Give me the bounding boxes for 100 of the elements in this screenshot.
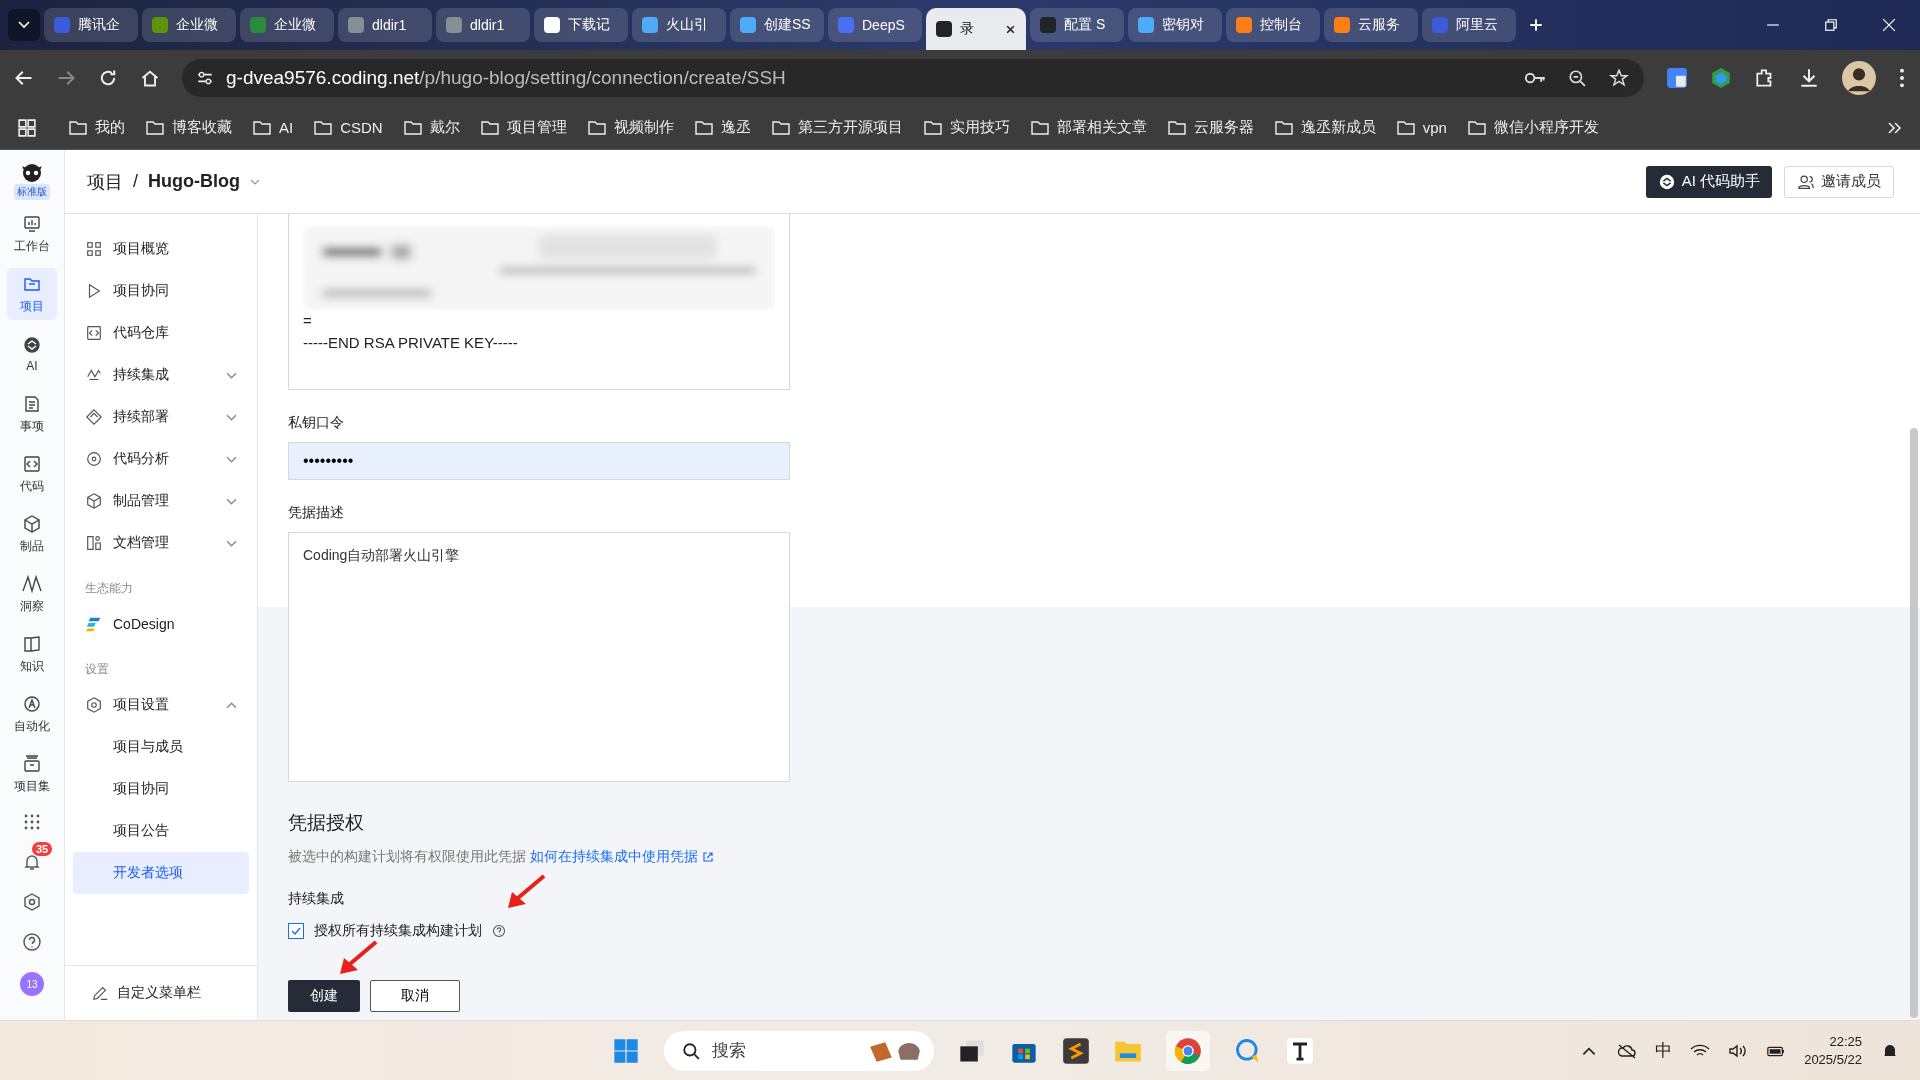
browser-tab[interactable]: 配置 S [1030, 8, 1124, 42]
sidebar-item[interactable]: 代码分析 [73, 438, 249, 480]
rail-item[interactable]: AI [7, 328, 57, 380]
sidebar-item[interactable]: 代码仓库 [73, 312, 249, 354]
bookmark-folder[interactable]: 逸丞新成员 [1274, 118, 1376, 137]
sidebar-item[interactable]: 文档管理 [73, 522, 249, 564]
browser-tab[interactable]: 云服务 [1324, 8, 1418, 42]
taskbar-search-field[interactable]: 搜索 [664, 1030, 934, 1071]
browser-tab[interactable]: 录 [926, 8, 1026, 50]
new-tab-icon[interactable] [1528, 17, 1544, 33]
browser-tab[interactable]: dldir1 [338, 8, 432, 42]
browser-tab[interactable]: 火山引 [632, 8, 726, 42]
sidebar-subitem[interactable]: 项目与成员 [73, 726, 249, 768]
reload-icon[interactable] [98, 68, 118, 88]
description-textarea[interactable]: Coding自动部署火山引擎 [288, 532, 790, 782]
sidebar-subitem[interactable]: 项目公告 [73, 810, 249, 852]
bookmark-folder[interactable]: AI [253, 119, 294, 136]
site-settings-icon[interactable] [196, 69, 214, 87]
breadcrumb-link[interactable]: Hugo-Blog [148, 171, 240, 192]
help-icon[interactable] [492, 924, 506, 938]
browser-tab[interactable]: 腾讯企 [44, 8, 138, 42]
home-icon[interactable] [140, 68, 160, 88]
browser-tab[interactable]: 企业微 [142, 8, 236, 42]
rail-item[interactable]: 自动化 [7, 688, 57, 740]
product-logo[interactable]: 标准版 [14, 160, 50, 200]
create-button[interactable]: 创建 [288, 980, 360, 1012]
zoom-icon[interactable] [1566, 69, 1588, 87]
bookmark-folder[interactable]: 我的 [69, 118, 125, 137]
tab-search-button[interactable] [8, 9, 40, 41]
translate-icon[interactable] [1666, 67, 1688, 89]
bookmark-folder[interactable]: 微信小程序开发 [1467, 118, 1599, 137]
address-field[interactable]: g-dvea9576.coding.net/p/hugo-blog/setting/connection/create/SSH [182, 59, 1644, 97]
bookmark-folder[interactable]: 第三方开源项目 [771, 118, 903, 137]
checkbox[interactable] [288, 923, 304, 939]
rail-item[interactable]: 项目 [7, 268, 57, 320]
sidebar-item[interactable]: CoDesign [73, 603, 249, 645]
sidebar-item[interactable]: 项目设置 [73, 684, 249, 726]
bookmark-folder[interactable]: 视频制作 [587, 118, 674, 137]
browser-tab[interactable]: 创建SS [730, 8, 824, 42]
sidebar-item[interactable]: 制品管理 [73, 480, 249, 522]
bookmark-folder[interactable]: vpn [1396, 119, 1447, 136]
folder-icon [1030, 120, 1049, 135]
sidebar-subitem[interactable]: 开发者选项 [73, 852, 249, 894]
caret-icon[interactable] [250, 178, 260, 185]
help-icon[interactable] [22, 932, 42, 952]
sidebar-item[interactable]: 持续集成 [73, 354, 249, 396]
ai-assistant-button[interactable]: AI 代码助手 [1645, 165, 1772, 198]
browser-tab[interactable]: 控制台 [1226, 8, 1320, 42]
rail-item[interactable]: 代码 [7, 448, 57, 500]
code-icon [85, 324, 103, 342]
restore-icon[interactable] [1824, 18, 1838, 32]
pencil-icon [91, 984, 109, 1002]
checkbox-label[interactable]: 授权所有持续集成构建计划 [314, 922, 482, 940]
settings-icon[interactable] [22, 892, 42, 912]
sidebar-item[interactable]: 持续部署 [73, 396, 249, 438]
private-key-textarea[interactable]: = -----END RSA PRIVATE KEY----- [288, 214, 790, 390]
editor-icon[interactable] [1062, 1036, 1090, 1065]
rail-item[interactable]: 项目集 [7, 748, 57, 800]
passphrase-field[interactable]: ••••••••• [288, 442, 790, 480]
bookmark-folder[interactable]: CSDN [314, 119, 383, 136]
browser-tab[interactable]: 密钥对 [1128, 8, 1222, 42]
apps-grid-icon[interactable] [22, 812, 42, 832]
bookmark-folder[interactable]: 项目管理 [480, 118, 567, 137]
clock[interactable]: 22:25 2025/5/22 [1804, 1032, 1862, 1069]
browser-icon[interactable] [1174, 1036, 1202, 1065]
bookmark-folder[interactable]: 部署相关文章 [1030, 118, 1147, 137]
bookmark-folder[interactable]: 云服务器 [1167, 118, 1254, 137]
breadcrumb-link[interactable]: 项目 [87, 169, 123, 194]
more-bookmarks-icon[interactable] [1888, 121, 1902, 134]
bookmark-folder[interactable]: 逸丞 [694, 118, 751, 137]
apps-icon[interactable] [18, 118, 36, 137]
text-editor-icon[interactable] [1286, 1036, 1314, 1065]
sidebar-subitem[interactable]: 项目协同 [73, 768, 249, 810]
bookmark-folder[interactable]: 戴尔 [403, 118, 460, 137]
browser-tab[interactable]: 企业微 [240, 8, 334, 42]
sidebar-item[interactable]: 项目概览 [73, 228, 249, 270]
rail-item[interactable]: 制品 [7, 508, 57, 560]
input-method-indicator[interactable]: 中 [1655, 1039, 1673, 1062]
bookmark-folder[interactable]: 博客收藏 [146, 118, 232, 137]
profile-avatar[interactable] [1842, 61, 1876, 95]
invite-members-button[interactable]: 邀请成员 [1784, 165, 1894, 198]
star-icon[interactable] [1608, 69, 1630, 87]
browser-tab[interactable]: DeepS [828, 8, 922, 42]
rail-item[interactable]: 知识 [7, 628, 57, 680]
rail-item[interactable]: 事项 [7, 388, 57, 440]
cancel-button[interactable]: 取消 [370, 980, 460, 1012]
start-icon[interactable] [612, 1036, 640, 1065]
close-icon[interactable] [1005, 23, 1016, 35]
rail-item[interactable]: 工作台 [7, 208, 57, 260]
scrollbar-thumb[interactable] [1910, 428, 1918, 1018]
hexagon-icon[interactable] [1710, 67, 1732, 89]
download-icon[interactable] [1798, 67, 1820, 89]
browser-tab[interactable]: 阿里云 [1422, 8, 1516, 42]
browser-tab[interactable]: dldir1 [436, 8, 530, 42]
bookmark-folder[interactable]: 实用技巧 [923, 118, 1010, 137]
browser-tab[interactable]: 下载记 [534, 8, 628, 42]
sidebar-item[interactable]: 项目协同 [73, 270, 249, 312]
rail-item[interactable]: 洞察 [7, 568, 57, 620]
menu-icon[interactable] [1898, 67, 1906, 89]
help-link[interactable]: 如何在持续集成中使用凭据 [530, 848, 714, 866]
